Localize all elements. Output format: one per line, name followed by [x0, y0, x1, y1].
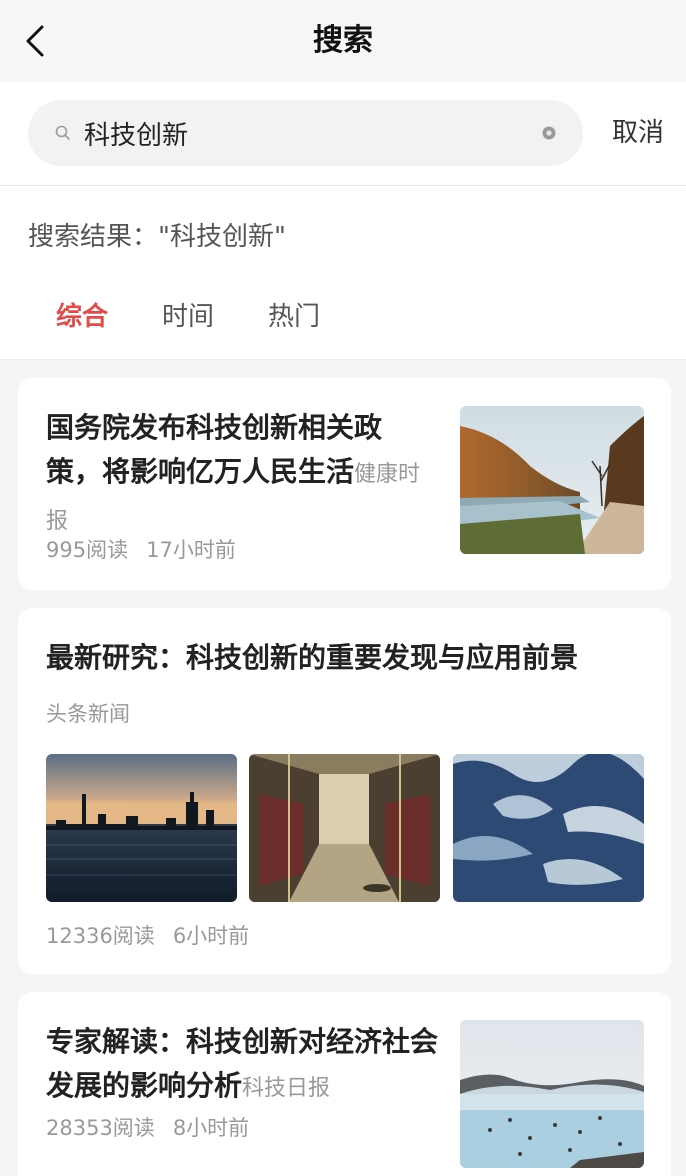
chevron-left-icon: [26, 25, 44, 57]
article-meta: 12336阅读 6小时前: [46, 920, 249, 950]
article-image[interactable]: [249, 754, 440, 902]
read-count: 28353阅读: [46, 1116, 155, 1140]
tab-hot[interactable]: 热门: [268, 296, 320, 333]
publish-time: 8小时前: [172, 1116, 250, 1140]
article-card[interactable]: 专家解读：科技创新对经济社会发展的影响分析科技日报 28353阅读 8小时前: [18, 992, 671, 1176]
tab-time[interactable]: 时间: [162, 296, 214, 333]
article-meta: 28353阅读 8小时前: [46, 1112, 249, 1142]
article-thumbnail[interactable]: [460, 406, 644, 554]
tab-comprehensive[interactable]: 综合: [56, 296, 108, 333]
article-title: 国务院发布科技创新相关政策，将影响亿万人民生活健康时报: [46, 411, 421, 534]
article-thumbnail[interactable]: [460, 1020, 644, 1168]
article-source: 科技日报: [242, 1076, 331, 1101]
search-input[interactable]: [84, 100, 524, 166]
search-box[interactable]: [28, 100, 583, 166]
cancel-button[interactable]: 取消: [612, 100, 664, 166]
read-count: 12336阅读: [46, 924, 155, 948]
article-image[interactable]: [453, 754, 644, 902]
article-card[interactable]: 最新研究：科技创新的重要发现与应用前景 头条新闻 12336阅读 6小时前: [18, 608, 671, 974]
article-title: 最新研究：科技创新的重要发现与应用前景: [46, 641, 579, 674]
image-gallery: [46, 754, 644, 902]
results-label: 搜索结果："科技创新": [28, 222, 286, 252]
article-card[interactable]: 国务院发布科技创新相关政策，将影响亿万人民生活健康时报 995阅读 17小时前: [18, 378, 671, 590]
read-count: 995阅读: [46, 538, 129, 562]
article-meta: 995阅读 17小时前: [46, 534, 236, 564]
clear-icon[interactable]: [541, 125, 557, 141]
results-header: 搜索结果："科技创新" 综合 时间 热门: [0, 186, 686, 360]
article-title: 专家解读：科技创新对经济社会发展的影响分析科技日报: [46, 1025, 439, 1102]
nav-bar: 搜索: [0, 0, 686, 82]
article-image[interactable]: [46, 754, 237, 902]
search-bar: 取消: [0, 82, 686, 186]
back-button[interactable]: [18, 20, 58, 62]
article-source: 头条新闻: [46, 702, 130, 726]
search-icon: [55, 125, 70, 140]
publish-time: 6小时前: [172, 924, 250, 948]
page-title: 搜索: [313, 23, 373, 58]
publish-time: 17小时前: [146, 538, 236, 562]
